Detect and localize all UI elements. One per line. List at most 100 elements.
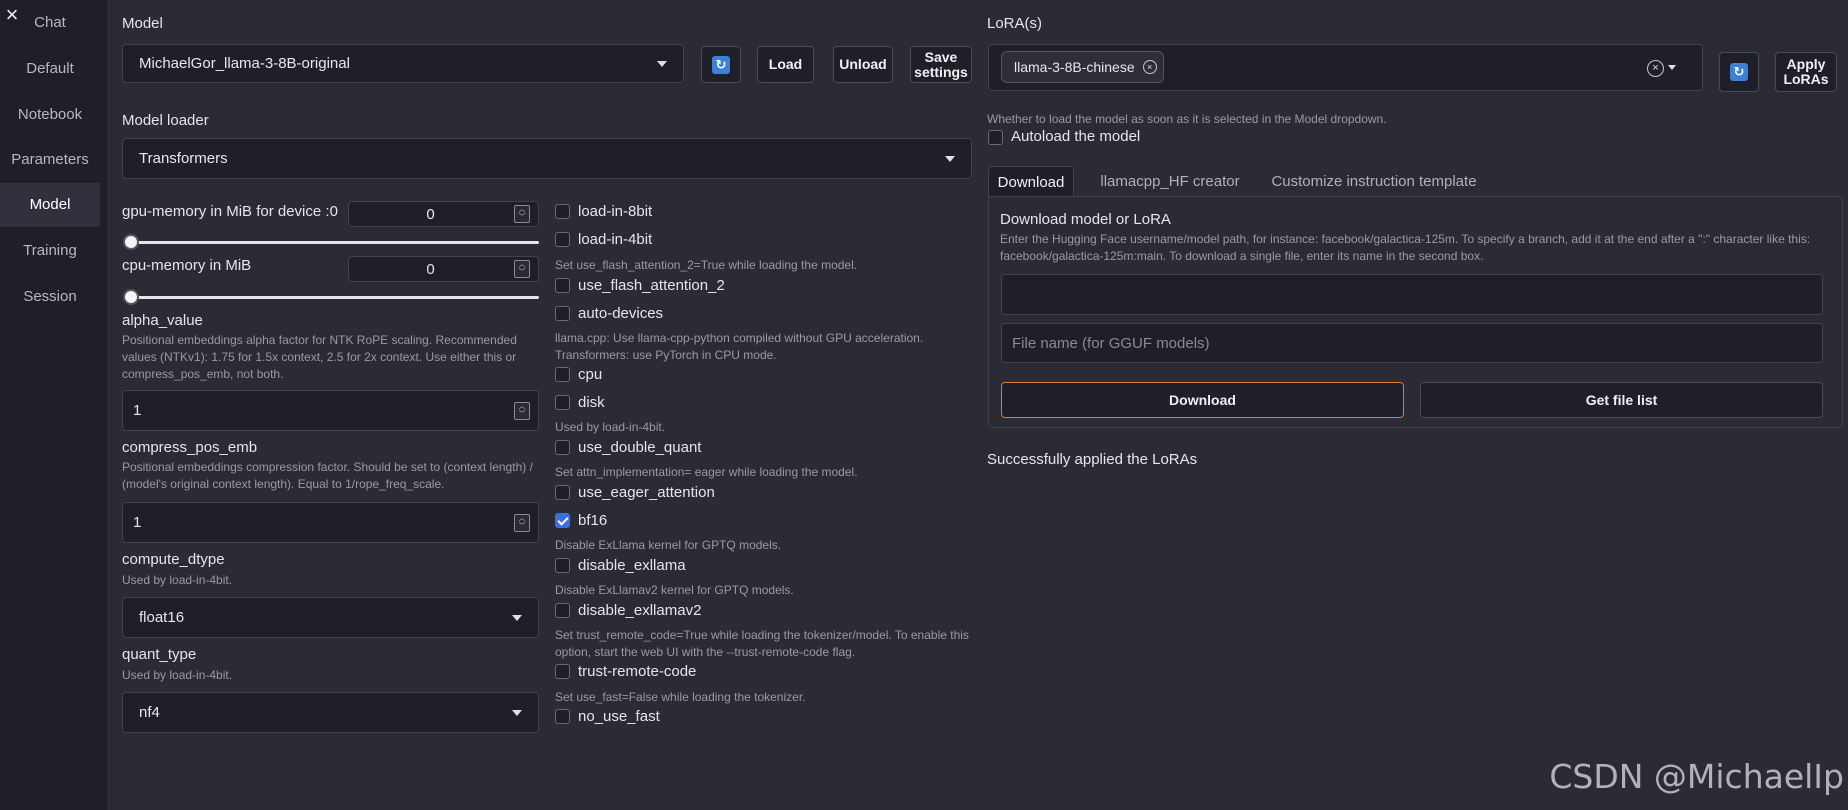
model-dropdown[interactable]: MichaelGor_llama-3-8B-original <box>122 44 684 83</box>
lora-chip: llama-3-8B-chinese × <box>1001 51 1164 83</box>
gpu-memory-value: 0 <box>426 205 435 223</box>
load-in-8bit-label[interactable]: load-in-8bit <box>578 203 652 220</box>
sidebar-item-session[interactable]: Session <box>0 275 100 319</box>
sidebar-item-chat[interactable]: Chat <box>0 1 100 45</box>
bf16-label[interactable]: bf16 <box>578 512 607 529</box>
trust-remote-code-checkbox[interactable] <box>555 664 570 679</box>
file-name-input[interactable]: File name (for GGUF models) <box>1001 323 1823 363</box>
spinner-icon[interactable]: ︿ ﹀ <box>514 205 530 223</box>
use-double-quant-label[interactable]: use_double_quant <box>578 439 701 456</box>
model-loader-label: Model loader <box>122 112 209 129</box>
save-settings-line1: Save <box>924 48 958 65</box>
model-refresh-button[interactable]: ↻ <box>701 46 741 83</box>
no-use-fast-checkbox[interactable] <box>555 709 570 724</box>
cpu-label[interactable]: cpu <box>578 366 602 383</box>
gpu-memory-slider-handle[interactable] <box>123 234 139 250</box>
unload-button[interactable]: Unload <box>833 46 893 83</box>
bf16-checkbox[interactable] <box>555 513 570 528</box>
compress-pos-emb-input[interactable]: 1 ︿ ﹀ <box>122 502 539 543</box>
sidebar-item-notebook[interactable]: Notebook <box>0 93 100 137</box>
cpu-memory-slider[interactable] <box>126 296 539 299</box>
model-loader-dropdown[interactable]: Transformers <box>122 138 972 179</box>
lora-label: LoRA(s) <box>987 15 1043 32</box>
apply-loras-button[interactable]: Apply LoRAs <box>1775 52 1837 92</box>
sidebar-item-parameters[interactable]: Parameters <box>0 138 100 182</box>
use-flash-attention-checkbox[interactable] <box>555 278 570 293</box>
model-path-input[interactable] <box>1001 274 1823 315</box>
autoload-checkbox[interactable] <box>988 130 1003 145</box>
use-double-quant-checkbox[interactable] <box>555 440 570 455</box>
trust-remote-code-label[interactable]: trust-remote-code <box>578 663 696 680</box>
tab-customize-instruction-template[interactable]: Customize instruction template <box>1266 166 1482 197</box>
autoload-info: Whether to load the model as soon as it … <box>987 112 1387 126</box>
alpha-value-input[interactable]: 1 ︿ ﹀ <box>122 390 539 431</box>
sidebar-item-training[interactable]: Training <box>0 229 100 273</box>
cpu-memory-input[interactable]: 0 ︿ ﹀ <box>348 256 539 282</box>
model-selected: MichaelGor_llama-3-8B-original <box>139 55 350 72</box>
compute-dtype-dropdown[interactable]: float16 <box>122 597 539 638</box>
disable-exllamav2-label[interactable]: disable_exllamav2 <box>578 602 701 619</box>
download-info: Enter the Hugging Face username/model pa… <box>1000 232 1811 263</box>
alpha-value-label: alpha_value <box>122 312 203 329</box>
cpu-checkbox[interactable] <box>555 367 570 382</box>
lora-refresh-button[interactable]: ↻ <box>1719 52 1759 92</box>
use-eager-attention-label[interactable]: use_eager_attention <box>578 484 715 501</box>
sidebar-item-model[interactable]: Model <box>0 183 100 227</box>
compute-dtype-selected: float16 <box>139 609 185 626</box>
cpu-info: llama.cpp: Use llama-cpp-python compiled… <box>555 331 924 362</box>
status-message: Successfully applied the LoRAs <box>987 451 1198 468</box>
use-flash-attention-label[interactable]: use_flash_attention_2 <box>578 277 725 294</box>
chevron-down-icon <box>945 155 955 162</box>
autoload-label[interactable]: Autoload the model <box>1011 128 1140 145</box>
get-file-list-button[interactable]: Get file list <box>1420 382 1823 418</box>
use-eager-attention-checkbox[interactable] <box>555 485 570 500</box>
apply-loras-line1: Apply <box>1786 56 1826 72</box>
disable-exllama-label[interactable]: disable_exllama <box>578 557 686 574</box>
cpu-memory-slider-handle[interactable] <box>123 289 139 305</box>
tab-download[interactable]: Download <box>988 166 1074 197</box>
save-settings-button[interactable]: Save settings <box>910 46 972 83</box>
quant-type-dropdown[interactable]: nf4 <box>122 692 539 733</box>
tab-llamacpp-hf-creator[interactable]: llamacpp_HF creator <box>1095 166 1245 197</box>
refresh-icon: ↻ <box>712 55 730 74</box>
load-in-4bit-checkbox[interactable] <box>555 232 570 247</box>
compress-pos-emb-info: Positional embeddings compression factor… <box>122 460 533 491</box>
lora-multiselect[interactable]: llama-3-8B-chinese × × <box>988 44 1703 91</box>
quant-type-info: Used by load-in-4bit. <box>122 668 233 682</box>
compute-dtype-info: Used by load-in-4bit. <box>122 573 233 587</box>
remove-chip-icon[interactable]: × <box>1142 60 1157 74</box>
no-use-fast-info: Set use_fast=False while loading the tok… <box>555 690 806 704</box>
alpha-value-value: 1 <box>133 402 142 419</box>
auto-devices-checkbox[interactable] <box>555 306 570 321</box>
gpu-memory-slider[interactable] <box>126 241 539 244</box>
spinner-icon[interactable]: ︿ ﹀ <box>514 401 530 420</box>
quant-type-label: quant_type <box>122 646 197 663</box>
trust-remote-code-info: Set trust_remote_code=True while loading… <box>555 628 969 659</box>
gpu-memory-input[interactable]: 0 ︿ ﹀ <box>348 201 539 227</box>
spinner-icon[interactable]: ︿ ﹀ <box>514 260 530 278</box>
double-quant-info: Used by load-in-4bit. <box>555 420 666 434</box>
load-button[interactable]: Load <box>757 46 814 83</box>
no-use-fast-label[interactable]: no_use_fast <box>578 708 660 725</box>
lora-chip-label: llama-3-8B-chinese <box>1014 59 1135 75</box>
eager-attention-info: Set attn_implementation= eager while loa… <box>555 465 858 479</box>
clear-icon[interactable]: × <box>1647 60 1664 77</box>
disk-checkbox[interactable] <box>555 395 570 410</box>
disable-exllamav2-checkbox[interactable] <box>555 603 570 618</box>
model-loader-selected: Transformers <box>139 150 228 167</box>
disk-label[interactable]: disk <box>578 394 605 411</box>
chevron-down-icon <box>657 60 667 67</box>
gpu-memory-label: gpu-memory in MiB for device :0 <box>122 203 338 220</box>
load-in-8bit-checkbox[interactable] <box>555 204 570 219</box>
chevron-down-icon <box>1668 64 1676 70</box>
model-label: Model <box>122 15 163 32</box>
compute-dtype-label: compute_dtype <box>122 551 225 568</box>
quant-type-selected: nf4 <box>139 704 160 721</box>
load-in-4bit-label[interactable]: load-in-4bit <box>578 231 652 248</box>
sidebar-item-default[interactable]: Default <box>0 47 100 91</box>
disable-exllama-checkbox[interactable] <box>555 558 570 573</box>
auto-devices-label[interactable]: auto-devices <box>578 305 663 322</box>
chevron-down-icon <box>512 614 522 621</box>
download-button[interactable]: Download <box>1001 382 1404 418</box>
spinner-icon[interactable]: ︿ ﹀ <box>514 513 530 532</box>
